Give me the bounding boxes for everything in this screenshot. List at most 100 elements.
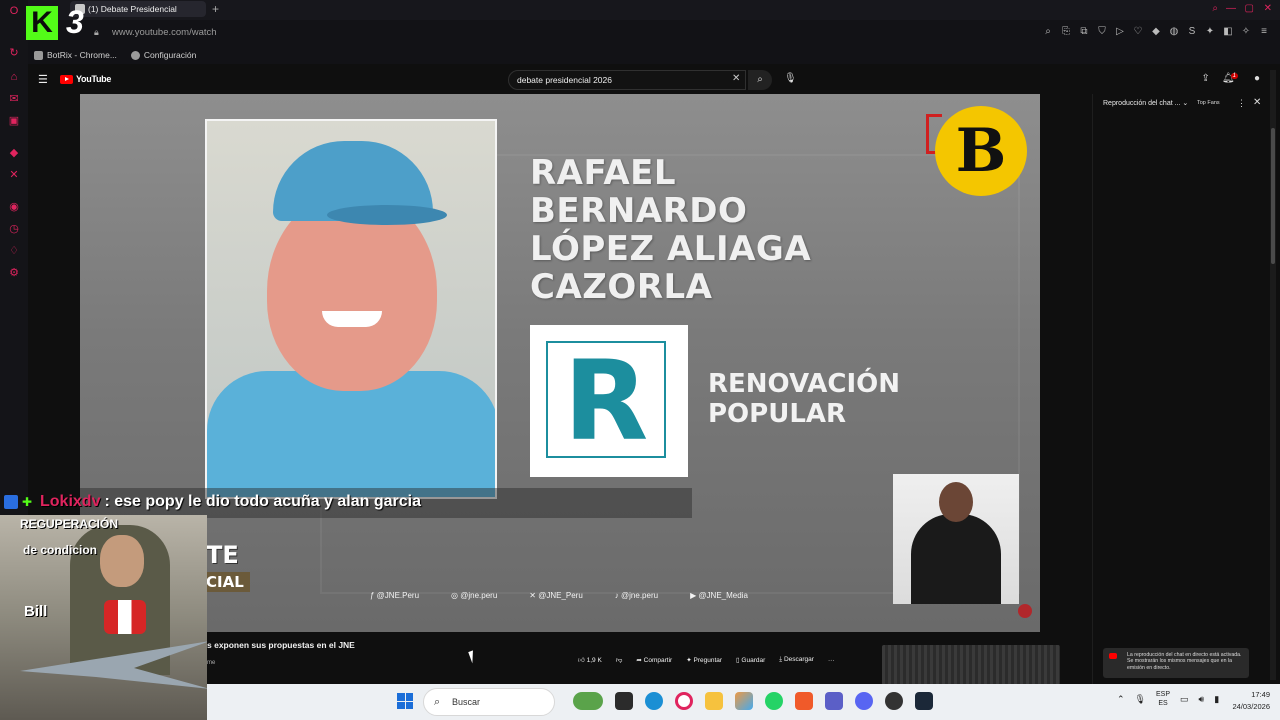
widgets-icon[interactable] — [573, 692, 603, 710]
bookmarks-bar: BotRix - Chrome... Configuración — [28, 46, 1280, 64]
upload-icon[interactable]: ⇪ — [1202, 73, 1210, 84]
history-icon[interactable]: ↻ — [7, 46, 21, 60]
clear-search-icon[interactable]: ✕ — [732, 73, 740, 84]
download-label: Descargar — [783, 656, 814, 663]
opera-logo-icon[interactable]: O — [7, 4, 21, 18]
microphone-icon[interactable]: 🎙︎ — [784, 73, 797, 84]
url-field[interactable]: www.youtube.com/watch — [112, 27, 217, 38]
tab-strip: (1) Debate Presidencial + ⌕ — ▢ ✕ — [28, 0, 1280, 20]
bookmark-botrix[interactable]: BotRix - Chrome... — [34, 46, 117, 64]
extension-diamond-icon[interactable]: ◆ — [1150, 25, 1162, 39]
language-code: ESP — [1155, 691, 1170, 698]
home-icon[interactable]: ⌂ — [7, 70, 21, 84]
player-icon[interactable]: ◉ — [7, 200, 21, 214]
obs-icon[interactable] — [885, 692, 903, 710]
more-actions-button[interactable]: ··· — [828, 657, 835, 664]
youtube-notice-icon — [1109, 653, 1117, 659]
debate-badge: TE — [206, 541, 239, 569]
messenger-icon[interactable]: ✉ — [7, 92, 21, 106]
minimize-button[interactable]: — — [1226, 3, 1236, 14]
search-input[interactable]: debate presidencial 2026 — [508, 70, 746, 90]
search-button[interactable]: ⌕ — [748, 70, 772, 90]
social-handles: ƒ @JNE.Peru ◎ @jne.peru ✕ @JNE_Peru ♪ @j… — [370, 591, 748, 600]
stream-logo-k: K — [26, 6, 58, 40]
more-options-icon[interactable]: ⋮ — [1237, 98, 1246, 109]
menu-icon[interactable]: ≡ — [1258, 25, 1270, 39]
chevron-up-icon[interactable]: ⌃ — [1117, 694, 1125, 705]
shield-icon[interactable]: ⛉ — [1096, 25, 1108, 39]
new-tab-button[interactable]: + — [212, 2, 219, 16]
network-icon[interactable]: ▭ — [1180, 694, 1189, 705]
profile-icon[interactable]: ◧ — [1222, 25, 1234, 39]
chat-username: Lokixdv — [40, 493, 101, 510]
copilot-icon[interactable] — [735, 692, 753, 710]
sign-language-interpreter — [893, 474, 1019, 604]
chat-replay-dropdown[interactable]: Reproducción del chat ... ⌄ — [1103, 99, 1188, 107]
stream-logo-3: 3 — [66, 4, 84, 40]
video-player[interactable]: RAFAEL BERNARDO LÓPEZ ALIAGA CAZORLA R R… — [80, 94, 1040, 632]
search-tabs-icon[interactable]: ⌕ — [1212, 3, 1218, 14]
battery-icon[interactable]: ▮ — [1214, 694, 1219, 705]
download-button[interactable]: ⤓ Descargar — [779, 656, 814, 664]
opera-icon[interactable] — [675, 692, 693, 710]
clock-icon[interactable]: ◷ — [7, 222, 21, 236]
address-bar: 🔒︎ www.youtube.com/watch ⌕ ⎘ ⧉ ⛉ ▷ ♡ ◆ ◍… — [28, 20, 1280, 46]
ask-label: Preguntar — [693, 657, 723, 664]
debate-badge-sub: CIAL — [206, 572, 250, 592]
twitch-icon[interactable]: ◆ — [7, 146, 21, 160]
steam-icon[interactable] — [915, 692, 933, 710]
ai-icon[interactable]: ✧ — [1240, 25, 1252, 39]
windows-start-icon[interactable] — [397, 693, 413, 709]
notifications-icon[interactable]: 🔔︎1 — [1222, 73, 1242, 84]
play-icon[interactable]: ▷ — [1114, 25, 1126, 39]
snapshot-icon[interactable]: ⧉ — [1078, 25, 1090, 39]
bookmark-label: BotRix - Chrome... — [47, 50, 117, 60]
ask-button[interactable]: ✦ Preguntar — [686, 656, 722, 664]
volume-icon[interactable]: 🔊︎ — [1199, 694, 1205, 705]
discord-icon[interactable] — [855, 692, 873, 710]
autoplay-icon[interactable] — [1018, 604, 1032, 618]
top-fans-toggle[interactable]: Top Fans — [1197, 100, 1220, 106]
taskbar-search[interactable]: ⌕ Buscar — [423, 688, 555, 716]
settings-icon[interactable]: ⚙ — [7, 266, 21, 280]
close-chat-icon[interactable]: ✕ — [1253, 97, 1261, 108]
teams-icon[interactable] — [825, 692, 843, 710]
avatar[interactable]: ● — [1254, 73, 1260, 84]
zoom-icon[interactable]: ⌕ — [1042, 25, 1054, 39]
mail-icon[interactable]: ▣ — [7, 114, 21, 128]
cam-caption-2: de condicion — [23, 543, 98, 557]
maximize-button[interactable]: ▢ — [1245, 3, 1254, 14]
scrollbar-thumb[interactable] — [1271, 128, 1275, 264]
brave-icon[interactable] — [795, 692, 813, 710]
extensions-puzzle-icon[interactable]: ✦ — [1204, 25, 1216, 39]
clock-date: 24/03/2026 — [1232, 702, 1270, 711]
pin-icon[interactable]: ♢ — [7, 244, 21, 258]
interpreter-head — [939, 482, 973, 522]
x-twitter-icon[interactable]: ✕ — [7, 168, 21, 182]
youtube-logo[interactable]: YouTube — [60, 74, 111, 84]
party-name-line: RENOVACIÓN — [708, 369, 901, 399]
share-button[interactable]: ➦ Compartir — [636, 656, 672, 664]
close-window-button[interactable]: ✕ — [1264, 3, 1272, 14]
extension-globe-icon[interactable]: ◍ — [1168, 25, 1180, 39]
task-view-icon[interactable] — [615, 692, 633, 710]
interpreter-body — [911, 514, 1001, 604]
candidate-name-line: BERNARDO — [530, 191, 748, 231]
video-subtitle: me — [207, 660, 216, 666]
edge-icon[interactable] — [645, 692, 663, 710]
hamburger-menu-icon[interactable]: ☰ — [38, 73, 48, 86]
microphone-tray-icon[interactable]: 🎙︎ — [1135, 694, 1146, 705]
like-button[interactable]: 👍︎ 1,9 K — [578, 656, 602, 664]
save-button[interactable]: ▯ Guardar — [736, 656, 765, 664]
taskbar-clock[interactable]: 17:49 24/03/2026 — [1232, 689, 1270, 713]
tiktok-handle: ♪ @jne.peru — [614, 591, 659, 600]
heart-icon[interactable]: ♡ — [1132, 25, 1144, 39]
bookmark-icon[interactable]: ⎘ — [1060, 25, 1072, 39]
whatsapp-icon[interactable] — [765, 692, 783, 710]
dislike-button[interactable]: 👎︎ — [616, 656, 623, 664]
screen: O ↻ ⌂ ✉ ▣ ◆ ✕ ◉ ◷ ♢ ⚙ (1) Debate Preside… — [0, 0, 1280, 720]
bookmark-settings[interactable]: Configuración — [130, 46, 196, 64]
file-explorer-icon[interactable] — [705, 692, 723, 710]
extension-s-icon[interactable]: S — [1186, 25, 1198, 39]
language-indicator[interactable]: ESP ES — [1156, 690, 1170, 708]
